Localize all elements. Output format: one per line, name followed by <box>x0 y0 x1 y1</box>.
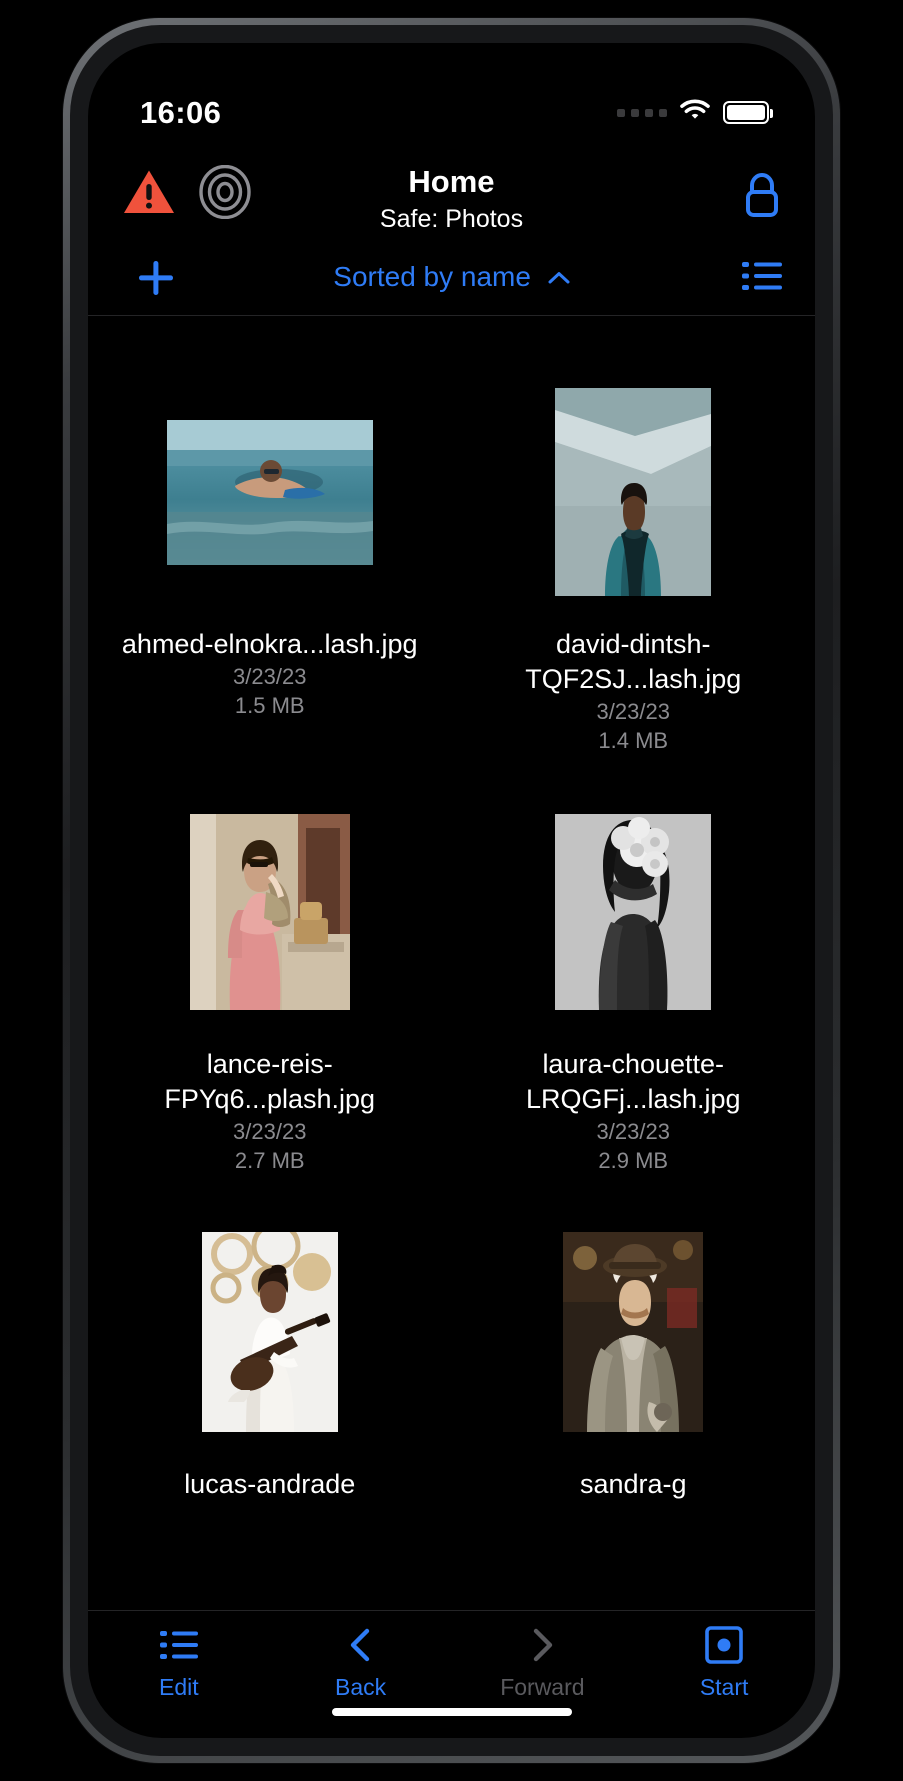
file-date: 3/23/23 <box>596 699 670 724</box>
file-date: 3/23/23 <box>233 664 307 689</box>
thumbnail-container <box>464 1213 804 1451</box>
chevron-right-icon <box>534 1628 553 1662</box>
tab-label: Forward <box>500 1674 585 1700</box>
file-item[interactable]: lucas-andrade <box>88 1213 452 1540</box>
phone-bezel: 16:06 Home Safe: Photos Sorted by name a… <box>70 25 833 1756</box>
page-subtitle: Safe: Photos <box>379 205 524 233</box>
status-bar: 16:06 <box>88 43 815 155</box>
file-thumbnail <box>555 388 712 596</box>
chevron-up-icon <box>548 272 570 284</box>
lock-button[interactable] <box>739 169 785 221</box>
page-title: Home <box>408 164 495 199</box>
screenshot-canvas: 16:06 Home Safe: Photos Sorted by name a… <box>0 0 903 1781</box>
nav-title-block: Home Safe: Photos <box>88 163 815 235</box>
file-name: ahmed-elnokra...lash.jpg <box>121 629 418 659</box>
list-bullet-icon <box>159 1631 198 1659</box>
bottom-toolbar: Edit Back Forward Start <box>88 1610 815 1738</box>
tab-forward: Forward <box>452 1625 634 1700</box>
thumbnail-container <box>100 1213 440 1451</box>
tab-start[interactable]: Start <box>633 1625 815 1700</box>
file-date: 3/23/23 <box>596 1119 670 1144</box>
phone-frame: 16:06 Home Safe: Photos Sorted by name a… <box>63 18 840 1763</box>
thumbnail-container <box>464 373 804 611</box>
tab-label: Edit <box>159 1674 199 1700</box>
file-thumbnail <box>563 1232 704 1432</box>
file-item[interactable]: lance-reis-FPYq6...plash.jpg 3/23/23 2.7… <box>88 793 452 1213</box>
file-size: 1.5 MB <box>234 693 305 718</box>
file-thumbnail <box>555 814 712 1010</box>
file-name: lucas-andrade <box>184 1469 356 1499</box>
file-item[interactable]: david-dintsh-TQF2SJ...lash.jpg 3/23/23 1… <box>452 373 816 793</box>
file-size: 2.7 MB <box>234 1148 305 1173</box>
file-thumbnail <box>201 1232 338 1432</box>
navigation-bar: Home Safe: Photos <box>88 155 815 247</box>
thumbnail-container <box>100 373 440 611</box>
sort-label: Sorted by name <box>333 261 531 292</box>
file-size: 2.9 MB <box>598 1148 669 1173</box>
file-grid[interactable]: ahmed-elnokra...lash.jpg 3/23/23 1.5 MB <box>88 315 815 1610</box>
list-view-button[interactable] <box>741 259 783 293</box>
file-item[interactable]: ahmed-elnokra...lash.jpg 3/23/23 1.5 MB <box>88 373 452 793</box>
file-thumbnail <box>189 814 350 1010</box>
file-name: laura-chouette-LRQGFj...lash.jpg <box>525 1049 741 1114</box>
signal-dots-icon <box>617 108 667 117</box>
file-grid-inner: ahmed-elnokra...lash.jpg 3/23/23 1.5 MB <box>88 373 815 1540</box>
tab-label: Back <box>335 1674 387 1700</box>
status-indicators <box>617 99 773 126</box>
thumbnail-container <box>464 793 804 1031</box>
phone-screen: 16:06 Home Safe: Photos Sorted by name a… <box>88 43 815 1738</box>
battery-full-icon <box>723 101 773 124</box>
sort-button[interactable]: Sorted by name <box>88 255 815 299</box>
file-item[interactable]: laura-chouette-LRQGFj...lash.jpg 3/23/23… <box>452 793 816 1213</box>
file-size: 1.4 MB <box>598 728 669 753</box>
chevron-left-icon <box>350 1628 369 1662</box>
status-time: 16:06 <box>140 95 222 130</box>
file-name: lance-reis-FPYq6...plash.jpg <box>164 1049 376 1114</box>
tab-label: Start <box>699 1674 749 1700</box>
file-name: david-dintsh-TQF2SJ...lash.jpg <box>525 629 742 694</box>
file-item[interactable]: sandra-g <box>452 1213 816 1540</box>
thumbnail-container <box>100 793 440 1031</box>
file-thumbnail <box>166 419 373 565</box>
file-name: sandra-g <box>579 1469 687 1499</box>
tab-edit[interactable]: Edit <box>88 1625 270 1700</box>
sort-toolbar: Sorted by name <box>88 249 815 316</box>
wifi-icon <box>680 99 710 126</box>
square-dot-icon <box>705 1626 743 1664</box>
file-date: 3/23/23 <box>233 1119 307 1144</box>
home-indicator[interactable] <box>331 1708 572 1716</box>
list-bullet-icon <box>742 262 782 290</box>
tab-back[interactable]: Back <box>270 1625 452 1700</box>
